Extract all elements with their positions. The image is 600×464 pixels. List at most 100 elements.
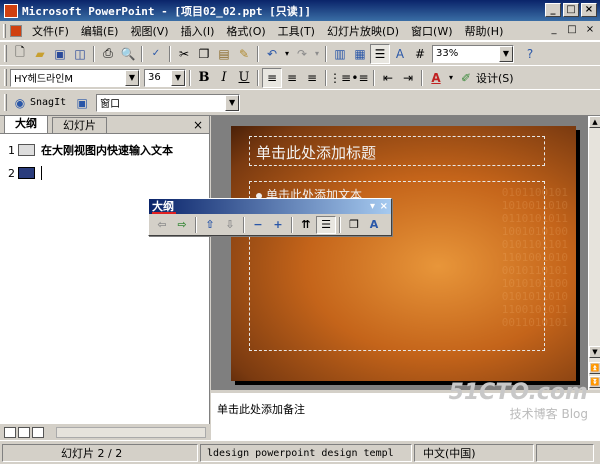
horizontal-scrollbar[interactable] [56, 427, 206, 438]
undo-dropdown-icon[interactable]: ▾ [282, 44, 292, 64]
undo-icon[interactable]: ↶ [262, 44, 282, 64]
toolbar-grip[interactable] [4, 45, 7, 62]
chevron-down-icon[interactable]: ▼ [125, 69, 139, 86]
normal-view-icon[interactable] [4, 426, 16, 438]
scroll-down-icon[interactable]: ▼ [589, 346, 600, 358]
show-formatting-icon[interactable]: A [390, 44, 410, 64]
menu-insert[interactable]: 插入(I) [175, 23, 221, 39]
previous-slide-icon[interactable]: ⏫ [589, 362, 600, 374]
chevron-down-icon[interactable]: ▼ [499, 45, 513, 62]
outline-row[interactable]: 1 在大刚视图内快速输入文本 [8, 142, 173, 158]
font-color-icon[interactable]: A [426, 68, 446, 88]
align-right-icon[interactable]: ≡ [302, 68, 322, 88]
copy-icon[interactable]: ❐ [194, 44, 214, 64]
window-combo[interactable]: 窗口 ▼ [96, 93, 241, 112]
menubar-grip[interactable] [3, 23, 6, 38]
menu-view[interactable]: 视图(V) [124, 23, 174, 39]
new-document-icon[interactable]: 🗋 [10, 44, 30, 64]
save-icon[interactable]: ▣ [50, 44, 70, 64]
spelling-status-icon[interactable] [536, 443, 594, 462]
menu-file[interactable]: 文件(F) [26, 23, 75, 39]
collapse-all-icon[interactable]: ⇈ [296, 216, 316, 234]
bullets-icon[interactable]: •≡ [350, 68, 370, 88]
show-grid-icon[interactable]: # [410, 44, 430, 64]
demote-icon[interactable]: ⇨ [172, 216, 192, 234]
slide-canvas[interactable]: 0101100101 1010011010 0110101011 1001010… [231, 126, 576, 381]
move-down-icon[interactable]: ⇩ [220, 216, 240, 234]
numbering-icon[interactable]: ⋮≡ [329, 68, 351, 88]
toolbar-options-icon[interactable]: ▾ [370, 199, 375, 214]
notes-placeholder[interactable]: 单击此处添加备注 [217, 403, 305, 416]
print-preview-icon[interactable]: 🔍 [118, 44, 138, 64]
slideshow-view-icon[interactable] [32, 426, 44, 438]
close-window-button[interactable]: × [581, 3, 597, 17]
floating-toolbar-titlebar[interactable]: 大纲 ▾ × [149, 199, 391, 214]
insert-table-icon[interactable]: ▦ [350, 44, 370, 64]
summary-slide-icon[interactable]: ❐ [344, 216, 364, 234]
show-formatting-outline-icon[interactable]: A [364, 216, 384, 234]
print-icon[interactable]: ⎙ [98, 44, 118, 64]
bold-button[interactable]: B [194, 68, 214, 88]
snagit-button[interactable]: SnagIt [30, 97, 66, 108]
permission-icon[interactable]: ◫ [70, 44, 90, 64]
expand-icon[interactable]: + [268, 216, 288, 234]
underline-button[interactable]: U [234, 68, 254, 88]
align-center-icon[interactable]: ≡ [282, 68, 302, 88]
font-color-dropdown-icon[interactable]: ▾ [446, 68, 456, 88]
format-painter-icon[interactable]: ✎ [234, 44, 254, 64]
doc-icon[interactable] [10, 24, 22, 37]
zoom-combo[interactable]: 33% ▼ [432, 44, 514, 63]
outline-row[interactable]: 2 [8, 166, 42, 180]
font-size-combo[interactable]: 36 ▼ [144, 68, 186, 87]
slide-title-text[interactable]: 在大刚视图内快速输入文本 [41, 142, 173, 158]
move-up-icon[interactable]: ⇧ [200, 216, 220, 234]
collapse-icon[interactable]: − [248, 216, 268, 234]
snagit-icon[interactable]: ◉ [10, 93, 30, 113]
doc-minimize-button[interactable]: _ [548, 24, 560, 36]
minimize-button[interactable]: _ [545, 3, 561, 17]
design-template[interactable]: ldesign powerpoint design templ [200, 443, 412, 462]
chevron-down-icon[interactable]: ▼ [171, 69, 185, 86]
powerpoint-app-icon[interactable] [4, 3, 18, 18]
expand-all-outline-icon[interactable]: ☰ [316, 215, 336, 234]
menu-window[interactable]: 窗口(W) [405, 23, 458, 39]
menu-format[interactable]: 格式(O) [220, 23, 271, 39]
notes-pane[interactable]: 单击此处添加备注 51CTO.com 技术博客 Blog [211, 380, 600, 440]
paste-icon[interactable]: ▤ [214, 44, 234, 64]
snagit-capture-icon[interactable]: ▣ [72, 93, 92, 113]
title-placeholder[interactable]: 单击此处添加标题 [249, 136, 545, 166]
scroll-up-icon[interactable]: ▲ [589, 116, 600, 128]
tab-slides[interactable]: 幻灯片 [52, 117, 107, 133]
vertical-scrollbar[interactable]: ▲ ▼ ⏫ ⏬ [588, 116, 600, 390]
help-icon[interactable]: ? [520, 44, 540, 64]
doc-close-button[interactable]: × [584, 24, 596, 36]
italic-button[interactable]: I [214, 68, 234, 88]
increase-indent-icon[interactable]: ⇥ [398, 68, 418, 88]
menu-tools[interactable]: 工具(T) [272, 23, 321, 39]
slide-sorter-view-icon[interactable] [18, 426, 30, 438]
redo-dropdown-icon[interactable]: ▾ [312, 44, 322, 64]
align-left-icon[interactable]: ≡ [262, 67, 282, 88]
slide-icon[interactable] [18, 144, 35, 156]
design-button[interactable]: 设计(S) [476, 70, 514, 86]
decrease-indent-icon[interactable]: ⇤ [378, 68, 398, 88]
pane-close-button[interactable]: × [193, 118, 203, 132]
chevron-down-icon[interactable]: ▼ [225, 94, 240, 111]
menu-slideshow[interactable]: 幻灯片放映(D) [321, 23, 405, 39]
promote-icon[interactable]: ⇦ [152, 216, 172, 234]
insert-chart-icon[interactable]: ▥ [330, 44, 350, 64]
font-combo[interactable]: HY헤드라인M ▼ [10, 68, 140, 87]
toolbar-grip[interactable] [4, 69, 7, 86]
toolbar-grip[interactable] [4, 94, 7, 111]
tab-outline[interactable]: 大纲 [4, 115, 48, 133]
menu-help[interactable]: 帮助(H) [459, 23, 510, 39]
slide-icon[interactable] [18, 167, 35, 179]
redo-icon[interactable]: ↷ [292, 44, 312, 64]
spelling-icon[interactable]: ✓ [146, 44, 166, 64]
cut-icon[interactable]: ✂ [174, 44, 194, 64]
maximize-button[interactable]: □ [563, 3, 579, 17]
next-slide-icon[interactable]: ⏬ [589, 376, 600, 388]
expand-all-icon[interactable]: ☰ [370, 43, 390, 64]
doc-restore-button[interactable]: □ [566, 24, 578, 36]
menu-edit[interactable]: 编辑(E) [75, 23, 125, 39]
